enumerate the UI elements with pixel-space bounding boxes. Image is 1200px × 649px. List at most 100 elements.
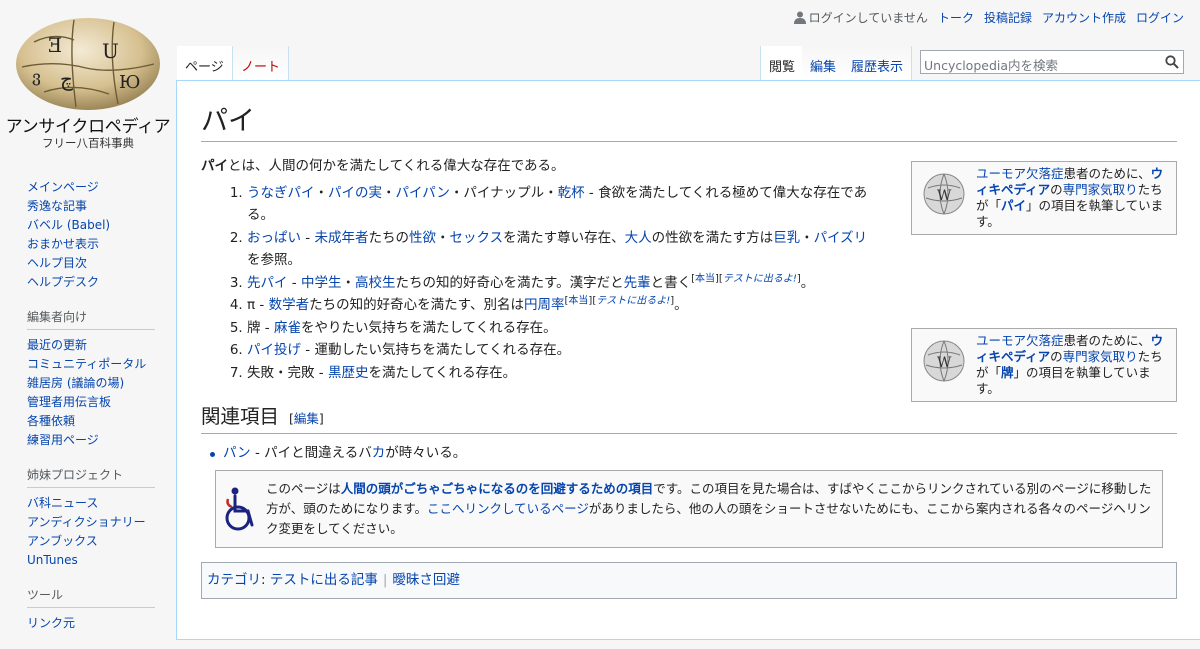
link[interactable]: パイの実	[328, 185, 382, 201]
section-edit: [編集]	[289, 411, 324, 426]
svg-text:W: W	[937, 188, 952, 204]
link[interactable]: 性欲	[409, 230, 436, 246]
sidebar-item-village-pump[interactable]: 雑居房 (議論の場)	[27, 376, 124, 390]
contributions-link[interactable]: 投稿記録	[984, 9, 1032, 26]
link[interactable]: おっぱい	[247, 230, 301, 246]
link[interactable]: 数学者	[269, 297, 310, 313]
link[interactable]: ユーモア欠落症	[976, 333, 1064, 348]
sidebar-item-community[interactable]: コミュニティポータル	[27, 357, 146, 371]
search-icon[interactable]	[1165, 55, 1179, 69]
link[interactable]: パイパン	[396, 185, 450, 201]
sidebar-item-recent-changes[interactable]: 最近の更新	[27, 338, 87, 352]
categories-label[interactable]: カテゴリ	[207, 572, 261, 588]
link[interactable]: カ	[372, 445, 386, 461]
page-title: パイ	[201, 99, 1177, 142]
nav-tools: ツール リンク元	[27, 586, 156, 633]
tab-edit[interactable]: 編集	[802, 46, 846, 80]
link[interactable]: 大人	[625, 230, 652, 246]
sidebar-item-sandbox[interactable]: 練習用ページ	[27, 433, 99, 447]
sidebar-item-untunes[interactable]: UnTunes	[27, 553, 78, 567]
list-item: パン - パイと間違えるバカが時々いる。	[210, 442, 1177, 465]
wikipedia-globe-icon: W	[923, 340, 965, 382]
link[interactable]: 巨乳	[773, 230, 800, 246]
puzzle-globe-logo: Ǝ U چ Ю ვ	[16, 18, 160, 110]
sidebar-item-unbooks[interactable]: アンブックス	[27, 534, 98, 548]
list-item: 牌 - 麻雀をやりたい気持ちを満たしてくれる存在。	[247, 317, 871, 340]
editors-heading: 編集者向け	[27, 308, 155, 330]
edit-section-link[interactable]: 編集	[294, 411, 319, 426]
wikipedia-box: W ユーモア欠落症患者のために、ウィキペディアの専門家気取りたちが「牌」の項目を…	[911, 328, 1177, 402]
link[interactable]: ここへリンクしているページ	[427, 501, 589, 516]
tab-talk[interactable]: ノート	[232, 46, 290, 80]
site-name: アンサイクロペディア	[5, 117, 171, 137]
svg-text:Ю: Ю	[119, 72, 140, 93]
related-list: パン - パイと間違えるバカが時々いる。	[201, 442, 1177, 465]
tab-read[interactable]: 閲覧	[760, 46, 805, 80]
wikipedia-box: W ユーモア欠落症患者のために、ウィキペディアの専門家気取りたちが「パイ」の項目…	[911, 161, 1177, 235]
sidebar-item-requests[interactable]: 各種依頼	[27, 414, 75, 428]
tab-page[interactable]: ページ	[177, 46, 233, 80]
category-link[interactable]: テストに出る記事	[270, 572, 378, 588]
sidebar-item-unnews[interactable]: バ科ニュース	[27, 496, 98, 510]
svg-text:W: W	[937, 355, 952, 371]
sidebar-item-undictionary[interactable]: アンディクショナリー	[27, 515, 146, 529]
link[interactable]: パイズリ	[814, 230, 868, 246]
nav-sister: 姉妹プロジェクト バ科ニュース アンディクショナリー アンブックス UnTune…	[27, 466, 156, 570]
article-body: W ユーモア欠落症患者のために、ウィキペディアの専門家気取りたちが「パイ」の項目…	[201, 155, 1177, 599]
link[interactable]: 未成年者	[314, 230, 368, 246]
link[interactable]: 円周率	[524, 297, 565, 313]
link[interactable]: パイ投げ	[247, 342, 301, 358]
login-link[interactable]: ログイン	[1136, 9, 1184, 26]
list-item: パイ投げ - 運動したい気持ちを満たしてくれる存在。	[247, 339, 871, 362]
citation-link[interactable]: 本当	[695, 273, 715, 284]
sidebar-item-help-desk[interactable]: ヘルプデスク	[27, 275, 99, 289]
citation-link[interactable]: 本当	[568, 296, 588, 307]
link[interactable]: 麻雀	[274, 320, 301, 336]
search-input[interactable]: Uncyclopedia内を検索	[920, 50, 1184, 74]
sidebar-item-admin-board[interactable]: 管理者用伝言板	[27, 395, 111, 409]
link[interactable]: 中学生	[301, 275, 342, 291]
site-tagline: フリー八百科事典	[42, 136, 134, 150]
personal-tools: ログインしていません トーク 投稿記録 アカウント作成 ログイン	[793, 9, 1184, 26]
link[interactable]: 先輩	[624, 275, 651, 291]
sidebar-item-babel[interactable]: バベル (Babel)	[27, 218, 110, 232]
link[interactable]: 黒歴史	[328, 365, 369, 381]
list-item: うなぎパイ・パイの実・パイパン・パイナップル・乾杯 - 食欲を満たしてくれる極め…	[247, 182, 871, 227]
sidebar-item-main-page[interactable]: メインページ	[27, 180, 99, 194]
tools-heading: ツール	[27, 586, 155, 608]
citation-link[interactable]: テストに出るよ!	[596, 296, 670, 307]
link[interactable]: ユーモア欠落症	[976, 166, 1064, 181]
list-item: π - 数学者たちの知的好奇心を満たす、別名は円周率[本当][テストに出るよ!]…	[247, 294, 871, 317]
sidebar-item-random[interactable]: おまかせ表示	[27, 237, 99, 251]
link[interactable]: 牌	[1001, 365, 1014, 380]
category-link[interactable]: 曖昧さ回避	[392, 572, 460, 588]
site-logo[interactable]: Ǝ U چ Ю ვ アンサイクロペディア フリー八百科事典	[0, 0, 176, 160]
link[interactable]: パン	[223, 445, 251, 461]
tab-history[interactable]: 履歴表示	[843, 46, 913, 80]
search-placeholder: Uncyclopedia内を検索	[924, 58, 1059, 73]
citation: [本当][テストに出るよ!]	[564, 295, 675, 307]
link[interactable]: パイ	[1001, 198, 1026, 213]
link[interactable]: 人間の頭がごちゃごちゃになるのを回避するための項目	[341, 481, 654, 496]
link[interactable]: 高校生	[355, 275, 396, 291]
svg-text:ვ: ვ	[32, 67, 41, 86]
disambiguation-notice: このページは人間の頭がごちゃごちゃになるのを回避するための項目です。この項目を見…	[215, 470, 1163, 548]
citation-link[interactable]: テストに出るよ!	[723, 273, 797, 284]
create-account-link[interactable]: アカウント作成	[1042, 9, 1126, 26]
link[interactable]: 乾杯	[558, 185, 585, 201]
section-heading: 関連項目 [編集]	[201, 405, 1177, 434]
user-icon	[793, 11, 806, 24]
nav-editors: 編集者向け 最近の更新 コミュニティポータル 雑居房 (議論の場) 管理者用伝言…	[27, 308, 156, 450]
talk-link[interactable]: トーク	[938, 9, 974, 26]
link[interactable]: 専門家気取り	[1063, 182, 1138, 197]
link[interactable]: 先パイ	[247, 275, 288, 291]
sidebar-item-whatlinkshere[interactable]: リンク元	[27, 616, 75, 630]
link[interactable]: うなぎパイ	[247, 185, 315, 201]
link[interactable]: セックス	[449, 230, 503, 246]
sidebar-item-help-contents[interactable]: ヘルプ目次	[27, 256, 87, 270]
sidebar-item-featured[interactable]: 秀逸な記事	[27, 199, 87, 213]
wikipedia-globe-icon: W	[923, 173, 965, 215]
content-area: パイ W ユーモア欠落症患者のために、ウィキペディアの専門家気取りたちが「パイ」…	[176, 80, 1200, 640]
svg-text:U: U	[102, 39, 119, 63]
link[interactable]: 専門家気取り	[1063, 349, 1138, 364]
